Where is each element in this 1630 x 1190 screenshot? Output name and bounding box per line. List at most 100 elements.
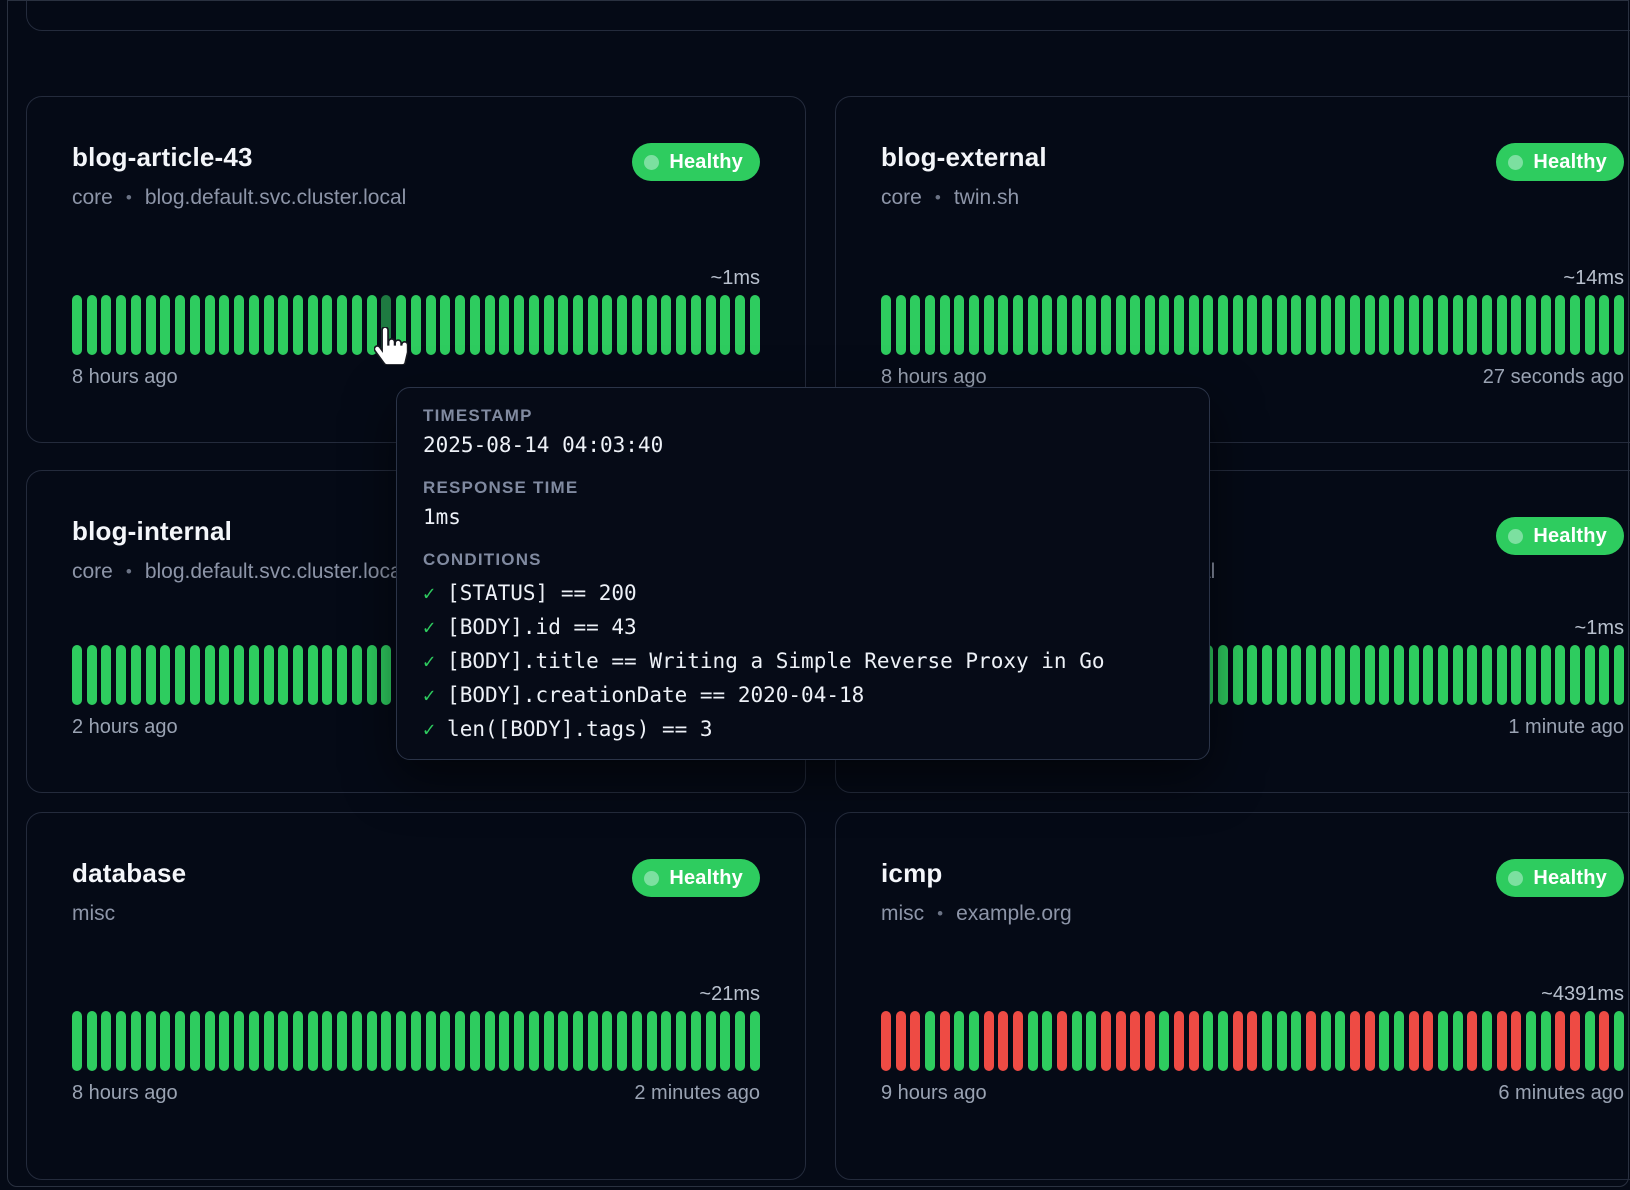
uptime-bar[interactable] — [160, 1011, 170, 1071]
service-card[interactable]: icmp misc • example.org Healthy ~4391ms … — [835, 812, 1630, 1180]
uptime-bar[interactable] — [1174, 1011, 1184, 1071]
uptime-bar[interactable] — [1599, 645, 1609, 705]
uptime-bar[interactable] — [1453, 1011, 1463, 1071]
uptime-bar[interactable] — [470, 1011, 480, 1071]
uptime-bar[interactable] — [1218, 295, 1228, 355]
uptime-bar[interactable] — [1335, 1011, 1345, 1071]
uptime-bar[interactable] — [1262, 295, 1272, 355]
uptime-bar[interactable] — [998, 1011, 1008, 1071]
uptime-bar[interactable] — [87, 645, 97, 705]
uptime-bar[interactable] — [1585, 295, 1595, 355]
uptime-bar[interactable] — [352, 295, 362, 355]
uptime-bar[interactable] — [146, 295, 156, 355]
uptime-bar[interactable] — [1159, 295, 1169, 355]
uptime-bar[interactable] — [381, 1011, 391, 1071]
uptime-bar[interactable] — [1233, 295, 1243, 355]
uptime-bar[interactable] — [1394, 295, 1404, 355]
uptime-bar[interactable] — [72, 295, 82, 355]
uptime-bar[interactable] — [1599, 295, 1609, 355]
uptime-bar[interactable] — [617, 1011, 627, 1071]
uptime-bar[interactable] — [1233, 1011, 1243, 1071]
uptime-bar[interactable] — [485, 1011, 495, 1071]
uptime-bar[interactable] — [1321, 295, 1331, 355]
uptime-bar[interactable] — [278, 645, 288, 705]
uptime-bar[interactable] — [1350, 645, 1360, 705]
uptime-bar[interactable] — [264, 645, 274, 705]
uptime-bar[interactable] — [499, 1011, 509, 1071]
uptime-bar[interactable] — [322, 1011, 332, 1071]
uptime-bar[interactable] — [632, 1011, 642, 1071]
uptime-bar[interactable] — [1526, 295, 1536, 355]
uptime-bar[interactable] — [1203, 1011, 1213, 1071]
uptime-bar[interactable] — [146, 1011, 156, 1071]
uptime-bar[interactable] — [750, 1011, 760, 1071]
uptime-bar[interactable] — [337, 1011, 347, 1071]
uptime-bar[interactable] — [1467, 295, 1477, 355]
uptime-bar[interactable] — [1306, 1011, 1316, 1071]
uptime-bar[interactable] — [1482, 1011, 1492, 1071]
uptime-bar[interactable] — [1145, 295, 1155, 355]
uptime-bar[interactable] — [337, 645, 347, 705]
uptime-bar[interactable] — [1174, 295, 1184, 355]
uptime-bar[interactable] — [1247, 295, 1257, 355]
uptime-bar[interactable] — [720, 295, 730, 355]
uptime-bar[interactable] — [1189, 1011, 1199, 1071]
uptime-bar[interactable] — [72, 1011, 82, 1071]
uptime-bar[interactable] — [337, 295, 347, 355]
uptime-bar[interactable] — [588, 295, 598, 355]
uptime-bar[interactable] — [969, 295, 979, 355]
uptime-bar[interactable] — [1497, 295, 1507, 355]
uptime-bar[interactable] — [455, 295, 465, 355]
uptime-bar[interactable] — [1365, 1011, 1375, 1071]
uptime-bar[interactable] — [1394, 1011, 1404, 1071]
uptime-bar[interactable] — [131, 1011, 141, 1071]
uptime-bar[interactable] — [352, 1011, 362, 1071]
uptime-bar[interactable] — [1614, 1011, 1624, 1071]
uptime-bar[interactable] — [1379, 1011, 1389, 1071]
uptime-bar[interactable] — [691, 295, 701, 355]
uptime-bar[interactable] — [1306, 645, 1316, 705]
uptime-bar[interactable] — [485, 295, 495, 355]
uptime-bar[interactable] — [514, 1011, 524, 1071]
uptime-bar[interactable] — [1511, 295, 1521, 355]
uptime-bar[interactable] — [367, 1011, 377, 1071]
uptime-bar[interactable] — [676, 1011, 686, 1071]
uptime-bar[interactable] — [1497, 1011, 1507, 1071]
uptime-bar[interactable] — [426, 1011, 436, 1071]
uptime-bar[interactable] — [1013, 295, 1023, 355]
uptime-bar[interactable] — [1218, 645, 1228, 705]
uptime-bar[interactable] — [881, 1011, 891, 1071]
uptime-bar[interactable] — [720, 1011, 730, 1071]
uptime-bar[interactable] — [984, 1011, 994, 1071]
uptime-bar[interactable] — [1262, 645, 1272, 705]
uptime-bar[interactable] — [1116, 1011, 1126, 1071]
uptime-bar[interactable] — [1072, 295, 1082, 355]
uptime-bar[interactable] — [352, 645, 362, 705]
uptime-bar[interactable] — [984, 295, 994, 355]
uptime-bar[interactable] — [1306, 295, 1316, 355]
uptime-bar[interactable] — [573, 295, 583, 355]
uptime-bar[interactable] — [1028, 1011, 1038, 1071]
uptime-bar[interactable] — [558, 1011, 568, 1071]
uptime-bar[interactable] — [205, 645, 215, 705]
uptime-bar[interactable] — [249, 645, 259, 705]
uptime-bar[interactable] — [1555, 1011, 1565, 1071]
uptime-bar[interactable] — [175, 1011, 185, 1071]
uptime-bar[interactable] — [175, 645, 185, 705]
uptime-bar[interactable] — [1511, 1011, 1521, 1071]
uptime-bar[interactable] — [249, 1011, 259, 1071]
uptime-bar[interactable] — [1614, 295, 1624, 355]
uptime-bar[interactable] — [72, 645, 82, 705]
uptime-bar[interactable] — [1321, 1011, 1331, 1071]
uptime-bar[interactable] — [116, 295, 126, 355]
uptime-bar[interactable] — [1541, 645, 1551, 705]
uptime-bar[interactable] — [1247, 645, 1257, 705]
uptime-bar[interactable] — [1453, 295, 1463, 355]
uptime-bar[interactable] — [381, 645, 391, 705]
uptime-bar[interactable] — [322, 645, 332, 705]
uptime-bar[interactable] — [544, 1011, 554, 1071]
uptime-bar[interactable] — [969, 1011, 979, 1071]
uptime-bar[interactable] — [632, 295, 642, 355]
uptime-bar[interactable] — [190, 295, 200, 355]
uptime-bar[interactable] — [499, 295, 509, 355]
